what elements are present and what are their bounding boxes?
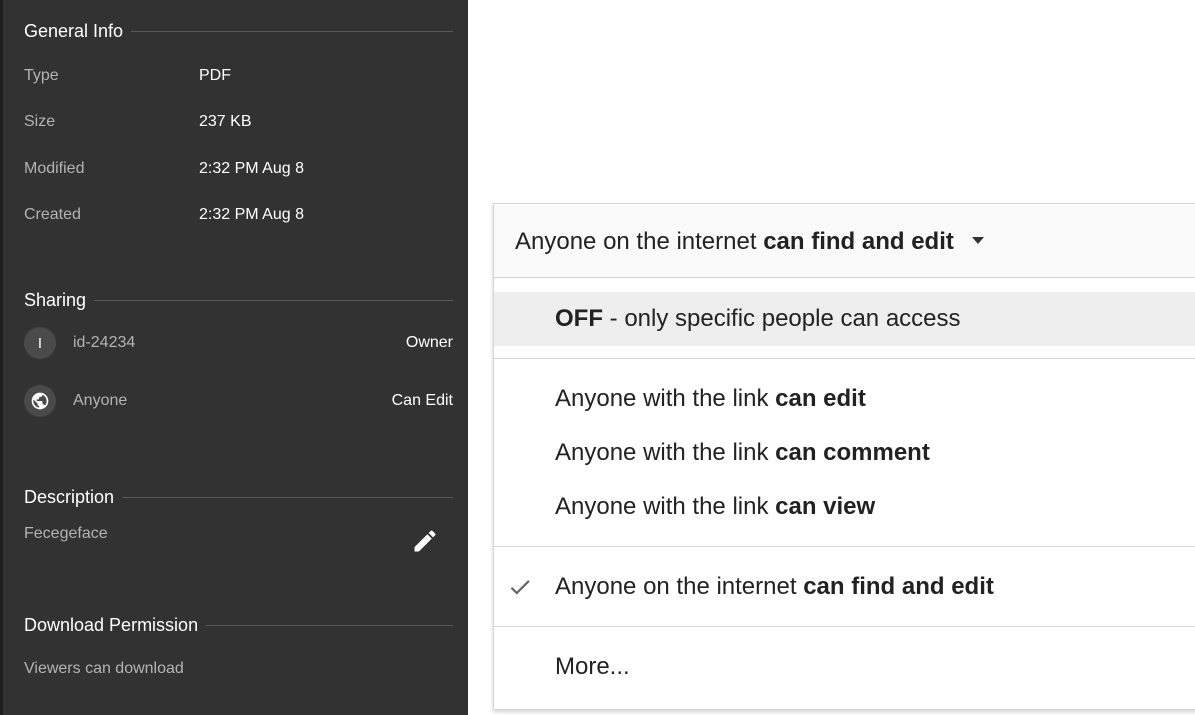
- option-prefix: Anyone with the link: [555, 493, 776, 520]
- description-header: Description: [24, 487, 453, 508]
- general-info-title: General Info: [24, 21, 124, 41]
- pencil-icon[interactable]: [411, 527, 439, 555]
- divider: [94, 300, 453, 301]
- option-off[interactable]: OFF - only specific people can access: [494, 292, 1195, 346]
- option-prefix: Anyone on the internet: [555, 573, 804, 600]
- option-bold: can find and edit: [803, 573, 994, 600]
- info-label: Type: [24, 67, 59, 84]
- info-value: 237 KB: [199, 113, 252, 130]
- current-setting-prefix: Anyone on the internet: [515, 228, 764, 255]
- option-suffix: - only specific people can access: [603, 305, 961, 332]
- info-label: Created: [24, 206, 81, 223]
- download-permission-text[interactable]: Viewers can download: [24, 660, 184, 678]
- checkmark-icon: [510, 580, 530, 595]
- download-permission-title: Download Permission: [24, 615, 199, 635]
- description-title: Description: [24, 487, 115, 507]
- option-link-can-comment[interactable]: Anyone with the link can comment: [494, 426, 1195, 480]
- option-bold: can view: [775, 493, 876, 520]
- details-panel: General Info Type PDF Size 237 KB Modifi…: [0, 0, 468, 715]
- current-setting-bold: can find and edit: [763, 228, 954, 255]
- link-sharing-select[interactable]: Anyone on the internet can find and edit: [494, 204, 1195, 278]
- option-prefix: Anyone with the link: [555, 439, 776, 466]
- option-label: More...: [555, 653, 630, 680]
- info-value: 2:32 PM Aug 8: [199, 206, 304, 223]
- share-role: Owner: [405, 334, 453, 351]
- option-link-can-view[interactable]: Anyone with the link can view: [494, 480, 1195, 534]
- download-permission-header: Download Permission: [24, 615, 453, 636]
- option-bold: OFF: [555, 305, 603, 332]
- option-label: Anyone on the internet can find and edit: [555, 573, 994, 601]
- sharing-title: Sharing: [24, 290, 87, 310]
- share-entry-anyone[interactable]: Anyone Can Edit: [24, 385, 453, 419]
- panel-edge: [0, 0, 3, 715]
- option-internet-can-find-and-edit[interactable]: Anyone on the internet can find and edit: [494, 560, 1195, 614]
- divider: [122, 497, 453, 498]
- share-name: Anyone: [73, 392, 128, 409]
- info-label: Size: [24, 113, 56, 130]
- sharing-header: Sharing: [24, 290, 453, 311]
- option-bold: can edit: [775, 385, 866, 412]
- divider: [131, 31, 453, 32]
- menu-divider: [494, 546, 1195, 547]
- option-link-can-edit[interactable]: Anyone with the link can edit: [494, 372, 1195, 426]
- option-prefix: Anyone with the link: [555, 385, 776, 412]
- option-label: OFF - only specific people can access: [555, 305, 961, 333]
- globe-icon: [24, 385, 56, 417]
- info-label: Modified: [24, 160, 85, 177]
- avatar: I: [24, 327, 56, 359]
- current-setting: Anyone on the internet can find and edit: [515, 228, 984, 256]
- share-name: id-24234: [73, 334, 136, 351]
- option-bold: can comment: [775, 439, 930, 466]
- share-role[interactable]: Can Edit: [392, 392, 453, 410]
- general-info-header: General Info: [24, 21, 453, 42]
- option-label: Anyone with the link can edit: [555, 385, 866, 413]
- description-text: Fecegeface: [24, 525, 108, 542]
- menu-divider: [494, 626, 1195, 627]
- divider: [206, 625, 453, 626]
- info-value: 2:32 PM Aug 8: [199, 160, 304, 177]
- option-more[interactable]: More...: [494, 640, 1195, 694]
- link-sharing-dropdown: Anyone on the internet can find and edit…: [493, 203, 1195, 710]
- option-label: Anyone with the link can view: [555, 493, 875, 521]
- menu-divider: [494, 358, 1195, 359]
- share-entry-owner[interactable]: I id-24234 Owner: [24, 327, 453, 361]
- info-value: PDF: [199, 67, 231, 84]
- option-label: Anyone with the link can comment: [555, 439, 930, 467]
- caret-down-icon: [971, 237, 984, 245]
